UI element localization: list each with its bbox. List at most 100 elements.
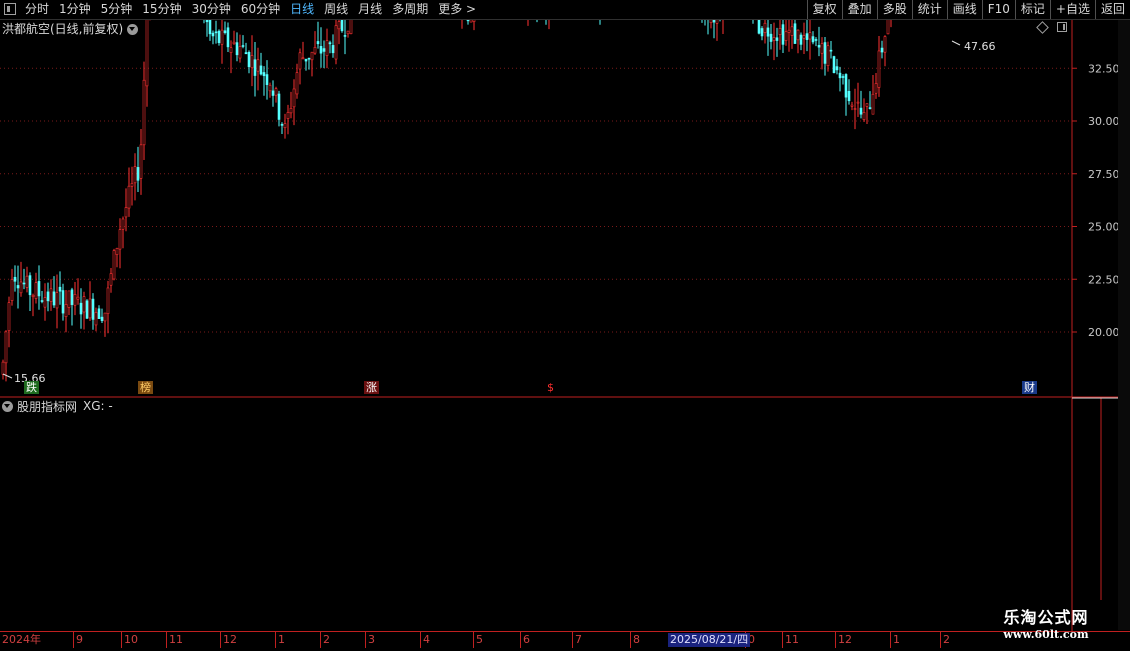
candle-body xyxy=(316,41,320,45)
cursor-date-label: 2025/08/21/四 xyxy=(668,633,751,647)
window-icon[interactable] xyxy=(4,3,16,15)
candle-body xyxy=(766,27,770,37)
candle-body xyxy=(757,20,761,34)
candle-body xyxy=(265,74,269,85)
high-price-label: 47.66 xyxy=(964,40,996,53)
candle-body xyxy=(55,292,59,309)
candle-body xyxy=(109,273,113,286)
panel-toggle-icon[interactable] xyxy=(1057,22,1067,32)
candle-body xyxy=(841,76,845,78)
watermark-url: www.60lt.com xyxy=(1003,628,1089,641)
candle-body xyxy=(1,361,5,375)
candle-body xyxy=(883,36,887,53)
chevron-down-icon[interactable] xyxy=(127,23,139,35)
marker-finance[interactable]: 财 xyxy=(1022,381,1037,394)
candle-body xyxy=(856,101,860,104)
period-monthly[interactable]: 月线 xyxy=(353,0,387,19)
x-label: 3 xyxy=(365,632,375,648)
candle-body xyxy=(712,20,716,23)
candle-body xyxy=(79,302,83,315)
candle-body xyxy=(19,281,23,294)
candle-body xyxy=(334,25,338,60)
candle-body xyxy=(322,48,326,52)
back-button[interactable]: 返回 xyxy=(1094,0,1130,19)
indicator-title-bar: 股朋指标网 XG: - xyxy=(2,398,113,414)
period-30min[interactable]: 30分钟 xyxy=(187,0,236,19)
candle-body xyxy=(781,24,785,45)
x-label: 6 xyxy=(520,632,530,648)
candle-body xyxy=(307,57,311,60)
candle-body xyxy=(130,183,134,187)
candle-body xyxy=(214,31,218,34)
candle-body xyxy=(91,298,95,320)
candle-body xyxy=(760,28,764,37)
candle-body xyxy=(814,39,818,41)
candle-body xyxy=(772,37,776,41)
candle-body xyxy=(229,47,233,53)
candle-body xyxy=(49,288,53,302)
draw-line-button[interactable]: 画线 xyxy=(946,0,982,19)
period-daily[interactable]: 日线 xyxy=(285,0,319,19)
overlay-button[interactable]: 叠加 xyxy=(841,0,877,19)
candle-body xyxy=(238,46,242,59)
candle-body xyxy=(241,45,245,47)
candle-body xyxy=(862,112,866,120)
candle-body xyxy=(346,30,350,35)
price-axis-label: 30.00 xyxy=(1088,115,1120,128)
chevron-down-icon[interactable] xyxy=(2,400,13,412)
candle-body xyxy=(46,291,50,302)
right-side-panel[interactable] xyxy=(1118,20,1130,630)
marker-rise[interactable]: 涨 xyxy=(364,381,379,394)
x-label: 8 xyxy=(630,632,640,648)
candle-body xyxy=(301,57,305,60)
watermark: 乐淘公式网 www.60lt.com xyxy=(982,604,1110,641)
diamond-icon[interactable] xyxy=(1036,20,1049,34)
candle-body xyxy=(211,32,215,37)
restore-rights-button[interactable]: 复权 xyxy=(806,0,842,19)
mark-button[interactable]: 标记 xyxy=(1014,0,1050,19)
candle-body xyxy=(205,20,209,23)
period-intraday[interactable]: 分时 xyxy=(20,0,54,19)
period-multi[interactable]: 多周期 xyxy=(387,0,433,19)
kline-chart[interactable]: 45.0042.5040.0037.5035.0032.5030.0027.50… xyxy=(0,20,1130,631)
candle-body xyxy=(295,72,299,95)
x-label: 11 xyxy=(166,632,183,648)
candle-body xyxy=(304,58,308,62)
candle-body xyxy=(52,291,56,306)
marker-fall[interactable]: 跌 xyxy=(24,381,39,394)
period-more[interactable]: 更多 > xyxy=(433,0,481,19)
candle-body xyxy=(289,108,293,114)
period-15min[interactable]: 15分钟 xyxy=(137,0,186,19)
candle-body xyxy=(103,312,107,322)
candle-body xyxy=(280,124,284,126)
candle-body xyxy=(292,88,296,108)
candle-body xyxy=(268,84,272,92)
candle-body xyxy=(127,185,131,209)
candle-body xyxy=(328,42,332,45)
candle-body xyxy=(820,43,824,54)
toolbar: 分时 1分钟 5分钟 15分钟 30分钟 60分钟 日线 周线 月线 多周期 更… xyxy=(0,0,1130,20)
f10-button[interactable]: F10 xyxy=(981,0,1015,19)
price-axis-label: 20.00 xyxy=(1088,326,1120,339)
candle-body xyxy=(709,20,713,23)
candle-body xyxy=(298,52,302,70)
candle-body xyxy=(466,20,470,22)
multi-stock-button[interactable]: 多股 xyxy=(876,0,912,19)
candle-body xyxy=(775,37,779,41)
candle-body xyxy=(220,29,224,45)
add-watchlist-button[interactable]: +自选 xyxy=(1049,0,1095,19)
candle-body xyxy=(859,107,863,115)
period-60min[interactable]: 60分钟 xyxy=(236,0,285,19)
period-weekly[interactable]: 周线 xyxy=(319,0,353,19)
period-1min[interactable]: 1分钟 xyxy=(54,0,96,19)
statistics-button[interactable]: 统计 xyxy=(911,0,947,19)
candle-body xyxy=(142,79,146,146)
marker-rank[interactable]: 榜 xyxy=(138,381,153,394)
candle-body xyxy=(286,112,290,119)
candle-body xyxy=(331,45,335,54)
candle-body xyxy=(223,30,227,33)
candle-body xyxy=(64,304,68,318)
period-5min[interactable]: 5分钟 xyxy=(96,0,138,19)
watermark-title: 乐淘公式网 xyxy=(1003,608,1089,627)
marker-dollar[interactable]: $ xyxy=(545,381,556,394)
